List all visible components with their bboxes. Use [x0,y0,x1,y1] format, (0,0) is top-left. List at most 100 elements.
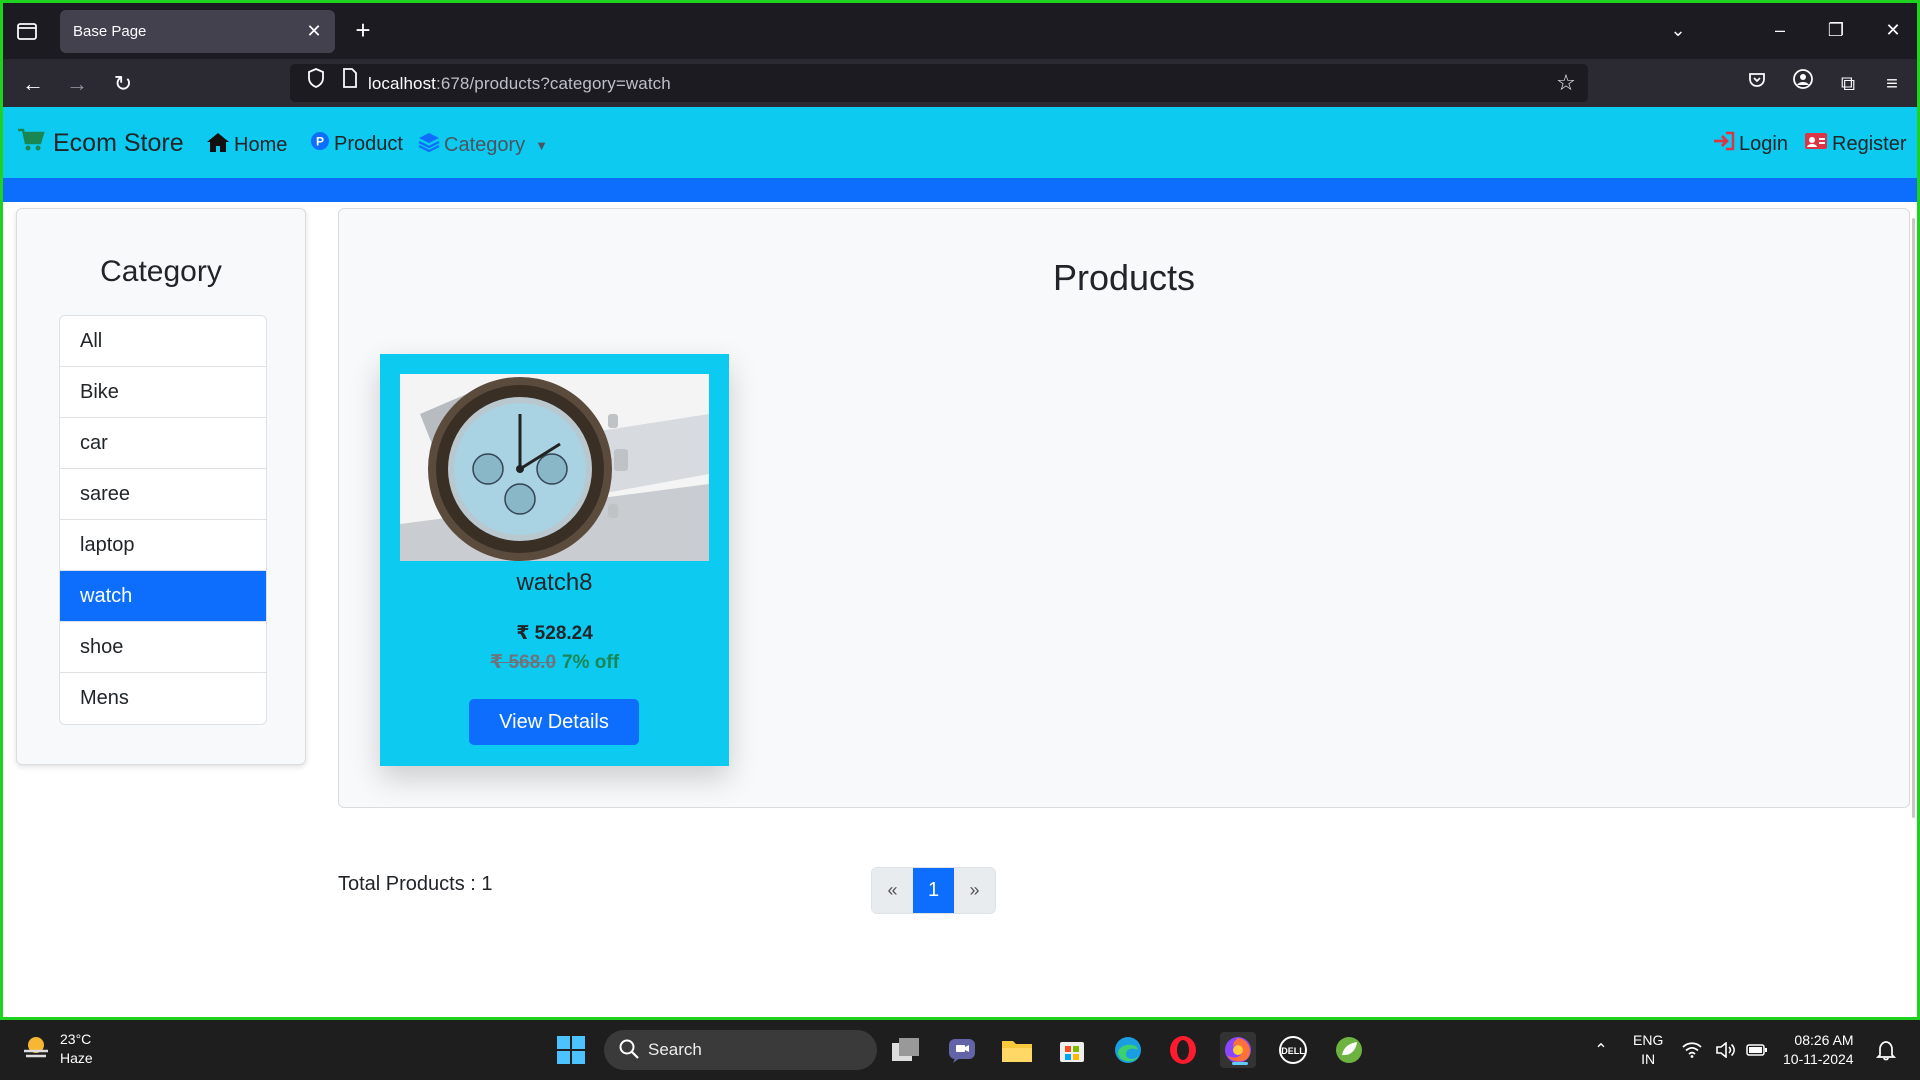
nav-login-label: Login [1739,132,1788,155]
layers-icon [418,131,440,159]
page-icon [334,67,366,99]
brand[interactable]: Ecom Store [17,127,184,160]
reload-icon[interactable]: ↻ [107,68,139,100]
category-item-saree[interactable]: saree [60,469,266,520]
shield-icon[interactable] [300,67,332,99]
product-discount-row: ₹ 568.0 7% off [380,651,729,674]
search-icon [618,1038,640,1065]
new-tab-icon[interactable]: + [348,16,378,46]
category-item-mens[interactable]: Mens [60,673,266,724]
microsoft-store-icon[interactable] [1054,1032,1090,1068]
url-text[interactable]: localhost:678/products?category=watch [368,74,671,94]
product-card: watch8 ₹ 528.24 ₹ 568.0 7% off View Detai… [380,354,729,766]
weather-temperature: 23°C [60,1031,92,1047]
tray-overflow-chevron-icon[interactable]: ⌃ [1583,1032,1619,1068]
battery-icon[interactable] [1745,1032,1769,1068]
product-name: watch8 [516,569,593,596]
tab-close-icon[interactable]: ✕ [303,20,325,42]
file-explorer-icon[interactable] [999,1032,1035,1068]
wifi-icon[interactable] [1680,1032,1704,1068]
product-image[interactable] [400,374,709,561]
windows-start-icon[interactable] [553,1032,589,1068]
language-indicator[interactable]: ENG IN [1633,1031,1663,1069]
pagination-next[interactable]: » [954,868,995,913]
spring-tool-icon[interactable] [1331,1032,1367,1068]
taskbar-search[interactable]: Search [604,1030,877,1070]
site-navbar: Ecom Store Home P Product Category ▼ Log… [3,107,1917,178]
task-view-icon[interactable] [888,1032,924,1068]
bookmark-star-icon[interactable]: ☆ [1550,67,1582,99]
clock-time: 08:26 AM [1794,1032,1854,1048]
category-item-watch[interactable]: watch [60,571,266,622]
login-icon [1713,131,1735,157]
restore-icon[interactable]: ❐ [1816,15,1856,45]
svg-text:DELL: DELL [1281,1046,1305,1056]
page-scrollbar[interactable] [1909,218,1917,818]
id-card-icon [1804,131,1828,157]
nav-register[interactable]: Register [1804,131,1906,157]
pocket-icon[interactable] [1741,68,1773,100]
tab-list-icon[interactable] [13,17,43,45]
sidebar-title: Category [100,255,222,288]
url-bar[interactable]: localhost:678/products?category=watch ☆ [290,64,1588,102]
firefox-icon[interactable] [1220,1032,1256,1068]
category-sidebar: Category All Bike car saree laptop watch… [16,208,306,765]
category-item-bike[interactable]: Bike [60,367,266,418]
weather-widget[interactable]: 23°C Haze [20,1030,93,1068]
banner-strip [3,178,1917,202]
nav-product[interactable]: P Product [310,131,403,157]
opera-icon[interactable] [1165,1032,1201,1068]
dell-icon[interactable]: DELL [1275,1032,1311,1068]
product-discount-percent: 7% off [562,652,620,673]
menu-icon[interactable]: ≡ [1876,68,1908,100]
products-panel: Products watch8 ₹ 528.24 ₹ 568.0 7% off … [338,208,1910,808]
browser-toolbar: ← → ↻ localhost:678/products?category=wa… [3,59,1917,107]
notification-bell-icon[interactable] [1872,1032,1900,1068]
minimize-icon[interactable]: – [1760,15,1800,45]
nav-category-dropdown[interactable]: Category ▼ [418,131,548,159]
language-region: IN [1641,1051,1656,1067]
firefox-active-indicator [1232,1062,1248,1065]
scroll-thumb[interactable] [1912,218,1915,818]
tab-title: Base Page [73,23,147,40]
active-tab[interactable]: Base Page ✕ [60,10,335,53]
product-icon: P [310,131,330,157]
category-item-laptop[interactable]: laptop [60,520,266,571]
nav-home-label: Home [234,133,288,156]
home-icon [206,131,230,159]
browser-window: Base Page ✕ + ⌄ – ❐ ✕ ← → ↻ localhost:67… [0,0,1920,1020]
category-item-car[interactable]: car [60,418,266,469]
teams-chat-icon[interactable] [944,1032,980,1068]
extensions-icon[interactable]: ⧉ [1832,68,1864,100]
close-window-icon[interactable]: ✕ [1873,15,1913,45]
back-icon[interactable]: ← [17,68,49,100]
search-label: Search [648,1040,702,1059]
svg-text:P: P [316,135,324,149]
total-products: Total Products : 1 [338,873,493,895]
nav-register-label: Register [1832,132,1907,155]
nav-login[interactable]: Login [1713,131,1788,157]
pagination: « 1 » [871,867,996,914]
forward-icon[interactable]: → [61,68,93,100]
tab-overflow-chevron-icon[interactable]: ⌄ [1658,15,1698,45]
pagination-prev[interactable]: « [872,868,913,913]
pagination-page-1[interactable]: 1 [913,868,954,913]
cart-icon [17,127,45,160]
edge-icon[interactable] [1110,1032,1146,1068]
windows-taskbar: 23°C Haze Search DELL ⌃ ENG IN 08:26 AM … [0,1020,1920,1080]
nav-home[interactable]: Home [206,131,287,159]
product-old-price: ₹ 568.0 [489,652,557,673]
clock[interactable]: 08:26 AM 10-11-2024 [1783,1031,1854,1069]
account-icon[interactable] [1787,68,1819,100]
category-item-shoe[interactable]: shoe [60,622,266,673]
clock-date: 10-11-2024 [1783,1051,1854,1067]
language-code: ENG [1633,1032,1664,1048]
nav-product-label: Product [334,132,403,155]
products-title: Products [1052,257,1196,298]
category-item-all[interactable]: All [60,316,266,367]
weather-condition: Haze [60,1050,93,1066]
product-price: ₹ 528.24 [516,623,593,644]
nav-category-label: Category [444,133,526,156]
volume-icon[interactable] [1714,1032,1738,1068]
view-details-button[interactable]: View Details [469,699,639,745]
